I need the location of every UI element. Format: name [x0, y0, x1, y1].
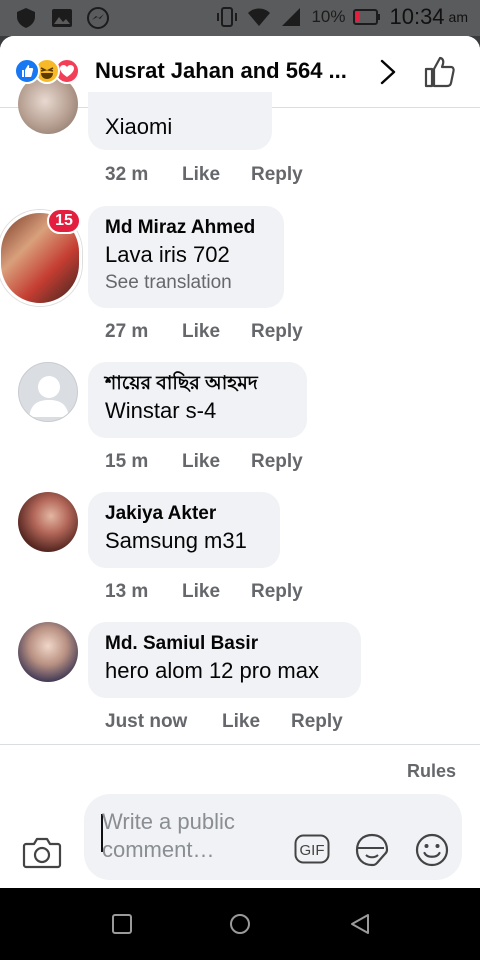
comment-bubble[interactable]: Md. Samiul Basir hero alom 12 pro max: [88, 622, 361, 698]
clock-time: 10:34: [389, 4, 445, 29]
battery-icon: [353, 5, 381, 29]
like-link[interactable]: Like: [182, 451, 251, 473]
comment-actions: Just now Like Reply: [105, 711, 343, 733]
comment-text: hero alom 12 pro max: [105, 658, 319, 683]
reply-link[interactable]: Reply: [251, 451, 303, 473]
back-button[interactable]: [348, 912, 372, 936]
reply-link[interactable]: Reply: [251, 581, 303, 603]
sticker-icon[interactable]: [354, 832, 390, 868]
notification-badge: 15: [47, 208, 81, 234]
comment-actions: 13 m Like Reply: [105, 581, 303, 603]
wifi-icon: [247, 5, 271, 29]
comment-text: Samsung m31: [105, 528, 247, 553]
avatar[interactable]: [18, 622, 78, 682]
comment-time: 27 m: [105, 321, 149, 342]
reply-link[interactable]: Reply: [251, 164, 303, 186]
reply-link[interactable]: Reply: [251, 321, 303, 343]
emoji-icon[interactable]: [414, 832, 450, 868]
comments-panel: Nusrat Jahan and 564 ... Xiaomi 32 m Lik…: [0, 36, 480, 888]
vibrate-icon: [215, 5, 239, 29]
rules-link[interactable]: Rules: [407, 761, 456, 782]
gif-label: GIF: [300, 842, 325, 859]
comment-placeholder: Write a public comment…: [102, 809, 235, 862]
like-link[interactable]: Like: [182, 321, 251, 343]
comment-bubble[interactable]: Md Miraz Ahmed Lava iris 702 See transla…: [88, 206, 284, 308]
comment-bubble[interactable]: Xiaomi: [88, 92, 272, 150]
navigation-bar: [0, 888, 480, 960]
gallery-icon: [50, 6, 74, 30]
comment-actions: 15 m Like Reply: [105, 451, 303, 473]
like-link[interactable]: Like: [182, 581, 251, 603]
signal-icon: [279, 5, 303, 29]
comment-time: 13 m: [105, 581, 149, 602]
reply-link[interactable]: Reply: [291, 711, 343, 733]
recents-button[interactable]: [110, 912, 134, 936]
divider: [0, 744, 480, 745]
commenter-name[interactable]: Md. Samiul Basir: [105, 632, 343, 656]
messenger-icon: [86, 6, 110, 30]
clock-ampm: am: [448, 9, 468, 25]
comment-actions: 32 m Like Reply: [105, 164, 303, 186]
battery-percent: 10%: [311, 7, 346, 26]
camera-icon[interactable]: [22, 834, 62, 870]
comment-bubble[interactable]: শায়ের বাছির আহমদ Winstar s-4: [88, 362, 307, 438]
reactions-summary[interactable]: Nusrat Jahan and 564 ...: [95, 58, 347, 84]
comment-input[interactable]: Write a public comment… GIF: [84, 794, 462, 880]
avatar[interactable]: [18, 492, 78, 552]
like-post-button[interactable]: [422, 54, 458, 90]
comment-time: 15 m: [105, 451, 149, 472]
like-link[interactable]: Like: [222, 711, 291, 733]
commenter-name[interactable]: Jakiya Akter: [105, 502, 262, 526]
comment-bubble[interactable]: Jakiya Akter Samsung m31: [88, 492, 280, 568]
see-translation-link[interactable]: See translation: [105, 270, 266, 296]
comment-text: Xiaomi: [105, 114, 173, 139]
comment-actions: 27 m Like Reply: [105, 321, 303, 343]
like-reaction-icon: [14, 58, 40, 84]
comment-time: 32 m: [105, 164, 149, 185]
comment-text: Winstar s-4: [105, 398, 217, 423]
shield-icon: [14, 6, 38, 30]
avatar[interactable]: [18, 362, 78, 422]
comment-text: Lava iris 702: [105, 242, 230, 267]
chevron-right-icon[interactable]: [376, 58, 400, 86]
default-avatar-icon: [29, 376, 69, 417]
comment-time: Just now: [105, 711, 188, 732]
commenter-name[interactable]: Md Miraz Ahmed: [105, 216, 266, 240]
gif-button[interactable]: GIF: [294, 834, 330, 864]
like-link[interactable]: Like: [182, 164, 251, 186]
home-button[interactable]: [228, 912, 252, 936]
reaction-icons: [14, 58, 80, 84]
commenter-name[interactable]: শায়ের বাছির আহমদ: [105, 372, 289, 396]
status-bar: 10% 10:34 am: [0, 0, 480, 36]
